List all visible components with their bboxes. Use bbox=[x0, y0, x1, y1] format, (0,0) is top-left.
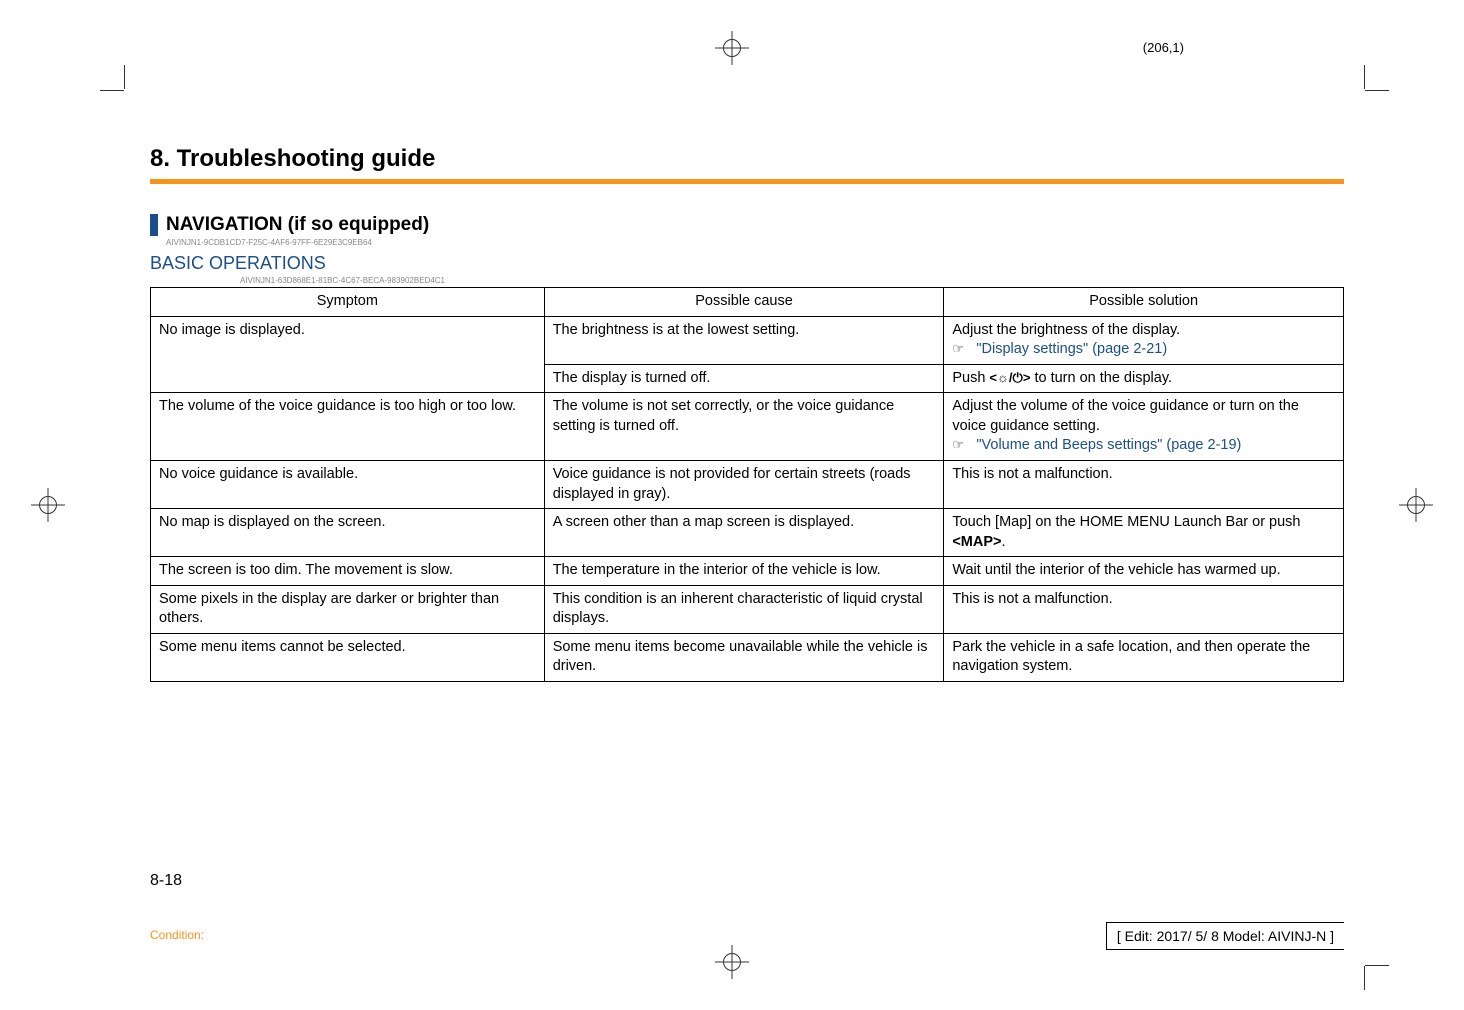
cell-symptom: Some menu items cannot be selected. bbox=[151, 633, 545, 681]
table-header-row: Symptom Possible cause Possible solution bbox=[151, 288, 1344, 317]
crop-mark-bottom bbox=[702, 932, 762, 992]
trim-mark bbox=[1365, 965, 1389, 966]
trim-mark bbox=[124, 65, 125, 89]
reference-icon: ☞ bbox=[952, 340, 972, 358]
reference-link: "Volume and Beeps settings" (page 2-19) bbox=[976, 437, 1241, 453]
solution-text: Touch [Map] on the HOME MENU Launch Bar … bbox=[952, 514, 1300, 530]
cell-cause: The brightness is at the lowest setting. bbox=[544, 316, 944, 364]
cell-cause: Voice guidance is not provided for certa… bbox=[544, 460, 944, 508]
orange-divider bbox=[150, 179, 1344, 184]
reference-link: "Display settings" (page 2-21) bbox=[976, 341, 1167, 357]
trim-mark bbox=[1364, 65, 1365, 89]
section-heading: NAVIGATION (if so equipped) bbox=[150, 214, 1344, 236]
subsection-title: BASIC OPERATIONS bbox=[150, 253, 1344, 274]
page-coordinate: (206,1) bbox=[1143, 40, 1184, 55]
cell-symptom: The screen is too dim. The movement is s… bbox=[151, 557, 545, 586]
section-marker bbox=[150, 214, 158, 236]
map-button-label: <MAP> bbox=[952, 534, 1001, 550]
header-solution: Possible solution bbox=[944, 288, 1344, 317]
cell-solution: This is not a malfunction. bbox=[944, 460, 1344, 508]
header-cause: Possible cause bbox=[544, 288, 944, 317]
header-symptom: Symptom bbox=[151, 288, 545, 317]
reference-icon: ☞ bbox=[952, 436, 972, 454]
cell-solution: Park the vehicle in a safe location, and… bbox=[944, 633, 1344, 681]
table-row: No voice guidance is available. Voice gu… bbox=[151, 460, 1344, 508]
cell-cause: A screen other than a map screen is disp… bbox=[544, 509, 944, 557]
condition-label: Condition: bbox=[150, 928, 204, 942]
subsection-id: AIVINJN1-63D868E1-81BC-4C67-BECA-983902B… bbox=[240, 276, 1344, 285]
cell-cause: The display is turned off. bbox=[544, 364, 944, 393]
cell-cause: Some menu items become unavailable while… bbox=[544, 633, 944, 681]
solution-text: to turn on the display. bbox=[1030, 370, 1172, 386]
table-row: No image is displayed. The brightness is… bbox=[151, 316, 1344, 364]
solution-text: Adjust the brightness of the display. bbox=[952, 322, 1180, 338]
cell-solution: Push <☼/⏻> to turn on the display. bbox=[944, 364, 1344, 393]
cell-symptom: No map is displayed on the screen. bbox=[151, 509, 545, 557]
cell-solution: This is not a malfunction. bbox=[944, 585, 1344, 633]
cell-solution: Touch [Map] on the HOME MENU Launch Bar … bbox=[944, 509, 1344, 557]
crop-mark-top bbox=[702, 18, 762, 78]
crop-mark-right bbox=[1386, 475, 1446, 535]
cell-solution: Wait until the interior of the vehicle h… bbox=[944, 557, 1344, 586]
table-row: No map is displayed on the screen. A scr… bbox=[151, 509, 1344, 557]
cell-cause: The volume is not set correctly, or the … bbox=[544, 393, 944, 461]
cell-solution: Adjust the volume of the voice guidance … bbox=[944, 393, 1344, 461]
cell-solution: Adjust the brightness of the display. ☞ … bbox=[944, 316, 1344, 364]
page-content: 8. Troubleshooting guide NAVIGATION (if … bbox=[150, 145, 1344, 682]
troubleshooting-table: Symptom Possible cause Possible solution… bbox=[150, 287, 1344, 682]
trim-mark bbox=[1364, 966, 1365, 990]
cell-symptom: The volume of the voice guidance is too … bbox=[151, 393, 545, 461]
table-row: The volume of the voice guidance is too … bbox=[151, 393, 1344, 461]
section-id: AIVINJN1-9CDB1CD7-F25C-4AF6-97FF-6E29E3C… bbox=[166, 238, 1344, 247]
table-row: The screen is too dim. The movement is s… bbox=[151, 557, 1344, 586]
page-number: 8-18 bbox=[150, 872, 182, 890]
table-row: Some pixels in the display are darker or… bbox=[151, 585, 1344, 633]
section-title: NAVIGATION (if so equipped) bbox=[166, 214, 429, 236]
edit-info-box: [ Edit: 2017/ 5/ 8 Model: AIVINJ-N ] bbox=[1106, 922, 1344, 950]
cell-symptom: No voice guidance is available. bbox=[151, 460, 545, 508]
chapter-title: 8. Troubleshooting guide bbox=[150, 145, 1344, 173]
cell-cause: This condition is an inherent characteri… bbox=[544, 585, 944, 633]
solution-text: Adjust the volume of the voice guidance … bbox=[952, 398, 1299, 434]
trim-mark bbox=[1365, 90, 1389, 91]
table-row: Some menu items cannot be selected. Some… bbox=[151, 633, 1344, 681]
crop-mark-left bbox=[18, 475, 78, 535]
cell-cause: The temperature in the interior of the v… bbox=[544, 557, 944, 586]
brightness-power-icon: <☼/⏻> bbox=[989, 370, 1030, 385]
solution-text: . bbox=[1002, 534, 1006, 550]
cell-symptom: No image is displayed. bbox=[151, 316, 545, 393]
solution-text: Push bbox=[952, 370, 989, 386]
trim-mark bbox=[100, 90, 124, 91]
cell-symptom: Some pixels in the display are darker or… bbox=[151, 585, 545, 633]
